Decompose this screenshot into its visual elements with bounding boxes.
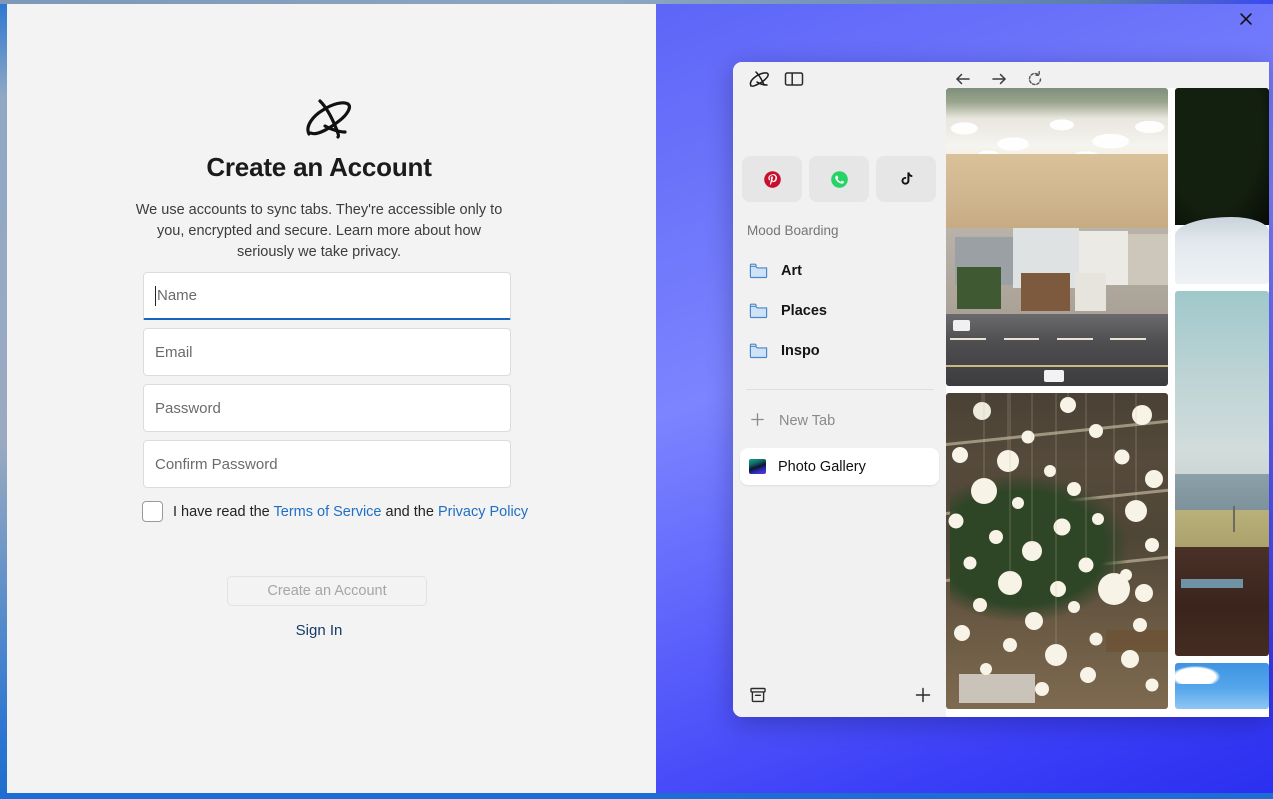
password-field[interactable]: Password xyxy=(143,384,511,432)
arrow-right-icon[interactable] xyxy=(989,70,1009,88)
name-field-placeholder: Name xyxy=(157,287,198,304)
privacy-policy-link[interactable]: Privacy Policy xyxy=(438,504,528,520)
sidebar-item-art[interactable]: Art xyxy=(740,251,939,291)
gallery-photo-aerial-beach-houses[interactable] xyxy=(946,88,1168,386)
plus-icon[interactable] xyxy=(913,685,933,705)
page-subtitle: We use accounts to sync tabs. They're ac… xyxy=(135,202,503,260)
window-frame-top xyxy=(0,0,1273,4)
plus-icon xyxy=(749,411,766,432)
gallery-photo-snowy-dark-forest[interactable] xyxy=(1175,88,1269,284)
name-field[interactable]: Name xyxy=(143,272,511,320)
confirm-password-field-placeholder: Confirm Password xyxy=(155,455,278,473)
terms-checkbox[interactable] xyxy=(142,501,163,522)
email-field-placeholder: Email xyxy=(155,343,193,361)
folder-icon xyxy=(749,303,768,319)
sidebar-item-label: Inspo xyxy=(781,343,820,359)
sidebar-divider xyxy=(746,389,934,390)
folder-list: Art Places Inspo xyxy=(740,251,939,371)
create-account-button[interactable]: Create an Account xyxy=(227,576,427,606)
window-frame-bottom xyxy=(0,793,1273,799)
browser-sidebar: Mood Boarding Art Places Inspo New Tab P… xyxy=(733,96,946,717)
password-field-placeholder: Password xyxy=(155,399,221,417)
email-field[interactable]: Email xyxy=(143,328,511,376)
tab-label: Photo Gallery xyxy=(778,458,866,475)
signup-panel: Create an Account We use accounts to syn… xyxy=(4,4,656,794)
new-tab-button[interactable]: New Tab xyxy=(740,403,939,439)
gallery-photo-desert-pool-deck[interactable] xyxy=(1175,291,1269,656)
space-label: Mood Boarding xyxy=(747,223,839,238)
page-title: Create an Account xyxy=(206,152,432,182)
whatsapp-icon xyxy=(830,170,848,188)
confirm-password-field[interactable]: Confirm Password xyxy=(143,440,511,488)
text-caret xyxy=(155,285,156,306)
sidebar-item-label: Art xyxy=(781,263,802,279)
sidebar-toggle-icon[interactable] xyxy=(783,70,805,88)
close-icon[interactable] xyxy=(1235,8,1257,30)
consent-middle: and the xyxy=(381,503,438,520)
arc-logo-icon xyxy=(299,92,355,142)
window-frame-left xyxy=(0,0,7,799)
arrow-left-icon[interactable] xyxy=(953,70,973,88)
tiktok-icon xyxy=(901,172,913,185)
new-tab-label: New Tab xyxy=(779,413,836,429)
folder-icon xyxy=(749,263,768,279)
consent-row: I have read the Terms of Service and the… xyxy=(142,501,528,522)
arc-logo-icon[interactable] xyxy=(747,69,771,89)
photo-gallery-favicon xyxy=(749,459,766,474)
pinterest-icon xyxy=(763,170,781,188)
pinned-site-pinterest[interactable] xyxy=(742,156,802,202)
browser-window: Mood Boarding Art Places Inspo New Tab P… xyxy=(733,62,1269,717)
pinned-sites-row xyxy=(742,156,936,202)
gallery-photo-atrium-globe-lights[interactable] xyxy=(946,393,1168,709)
consent-prefix: I have read the xyxy=(173,503,274,520)
consent-text: I have read the Terms of Service and the… xyxy=(173,504,528,520)
sidebar-item-inspo[interactable]: Inspo xyxy=(740,331,939,371)
sidebar-item-places[interactable]: Places xyxy=(740,291,939,331)
archive-icon[interactable] xyxy=(748,685,768,705)
pinned-site-tiktok[interactable] xyxy=(876,156,936,202)
gallery-photo-blue-sky-clouds[interactable] xyxy=(1175,663,1269,709)
sidebar-item-label: Places xyxy=(781,303,827,319)
photo-gallery-grid xyxy=(946,88,1269,717)
pinned-site-whatsapp[interactable] xyxy=(809,156,869,202)
terms-of-service-link[interactable]: Terms of Service xyxy=(274,504,382,520)
reload-icon[interactable] xyxy=(1025,70,1045,88)
folder-icon xyxy=(749,343,768,359)
sidebar-tab-photo-gallery[interactable]: Photo Gallery xyxy=(740,448,939,485)
screen: Create an Account We use accounts to syn… xyxy=(0,0,1273,799)
sign-in-link[interactable]: Sign In xyxy=(4,622,634,639)
signup-form: Name Email Password Confirm Password xyxy=(143,272,511,496)
sidebar-bottom-bar xyxy=(733,673,946,717)
